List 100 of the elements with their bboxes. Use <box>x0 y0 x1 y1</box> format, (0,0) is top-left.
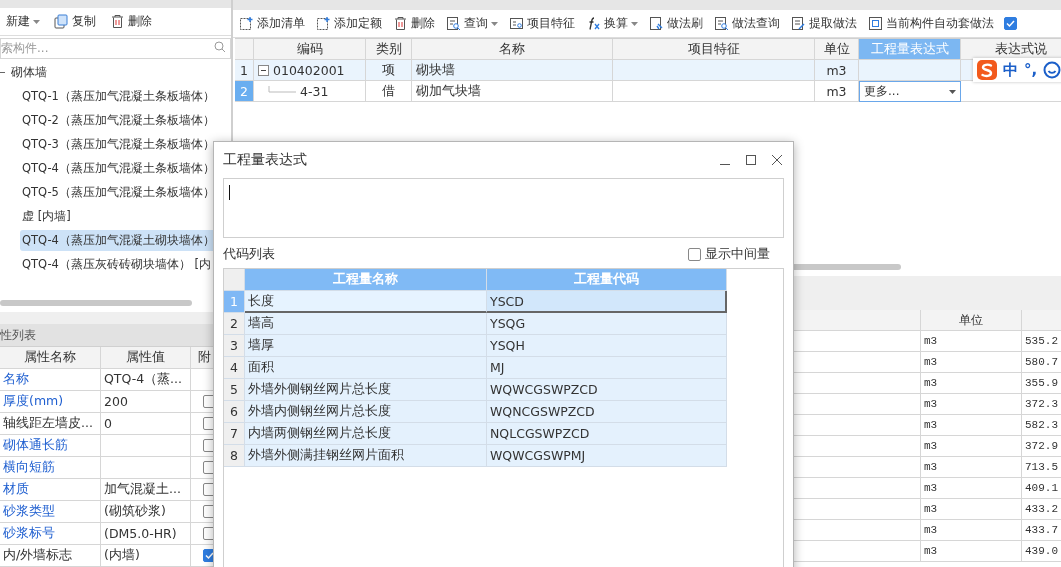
property-value[interactable]: 0 <box>101 413 191 435</box>
table-cell: m3 <box>921 352 1022 373</box>
dialog-title: 工程量表达式 <box>223 151 307 169</box>
document-icon <box>791 16 806 31</box>
scrollbar-thumb[interactable] <box>0 300 192 306</box>
checkbox[interactable] <box>688 247 701 261</box>
new-button[interactable]: 新建 <box>5 11 41 32</box>
row-number[interactable]: 8 <box>224 445 245 467</box>
collapse-icon[interactable] <box>258 64 269 76</box>
table-cell: m3 <box>815 81 859 102</box>
toolbar-button[interactable]: 添加清单 <box>238 13 306 34</box>
table-cell[interactable]: 外墙外侧钢丝网片总长度 <box>245 379 487 401</box>
smiley-icon[interactable] <box>1043 61 1061 79</box>
toolbar-button[interactable]: 当前构件自动套做法 <box>867 13 995 34</box>
table-cell: m3 <box>921 394 1022 415</box>
column-header: 属性名称 <box>0 347 101 369</box>
row-number[interactable]: 4 <box>224 357 245 379</box>
table-cell[interactable]: 外墙外侧满挂钢丝网片面积 <box>245 445 487 467</box>
table-cell[interactable]: WQWCGSWPZCD <box>487 379 727 401</box>
toolbar-button[interactable]: 换算 <box>585 13 639 34</box>
tree-item[interactable]: QTQ-3（蒸压加气混凝土条板墙体） <box>20 133 217 155</box>
search-list-icon <box>714 16 729 31</box>
property-name: 名称 <box>0 369 101 391</box>
row-number[interactable]: 2 <box>224 313 245 335</box>
search-list-icon <box>446 16 461 31</box>
property-name: 砂浆类型 <box>0 501 101 523</box>
brush-icon <box>649 16 664 31</box>
tree-item[interactable]: 砌体墙 <box>9 61 49 83</box>
table-cell[interactable]: 墙高 <box>245 313 487 335</box>
property-value[interactable]: 加气混凝土... <box>101 479 191 501</box>
input-method-bar[interactable]: 中 °, <box>973 58 1061 82</box>
property-name: 轴线距左墙皮... <box>0 413 101 435</box>
row-number[interactable]: 1 <box>235 60 254 81</box>
column-header[interactable]: 单位 <box>815 39 859 60</box>
tree-item[interactable]: QTQ-4（蒸压加气混凝土条板墙体） <box>20 157 217 179</box>
table-cell[interactable]: MJ <box>487 357 727 379</box>
trash-icon <box>393 16 408 31</box>
minimize-icon <box>720 163 730 165</box>
tree-item[interactable]: QTQ-4（蒸压灰砖砖砌块墙体） [内 <box>20 253 214 275</box>
toolbar-button[interactable]: 删除 <box>392 13 436 34</box>
table-cell: m3 <box>921 331 1022 352</box>
column-header[interactable]: 类别 <box>366 39 412 60</box>
table-cell: m3 <box>921 520 1022 541</box>
tree-item[interactable]: 虚 [内墙] <box>20 205 73 227</box>
code-text: 010402001 <box>273 62 345 78</box>
toolbar-button[interactable]: 查询 <box>445 13 499 34</box>
section-label: 代码列表 <box>223 245 275 263</box>
table-cell[interactable]: WQWCGSWPMJ <box>487 445 727 467</box>
toolbar-button[interactable]: 项目特征 <box>508 13 576 34</box>
expression-dropdown[interactable]: 更多... <box>859 81 961 102</box>
maximize-button[interactable] <box>744 153 758 167</box>
property-name: 厚度(mm) <box>0 391 101 413</box>
table-cell[interactable]: 墙厚 <box>245 335 487 357</box>
caret-icon <box>631 21 638 26</box>
property-value[interactable]: 200 <box>101 391 191 413</box>
row-number[interactable]: 5 <box>224 379 245 401</box>
add-row-icon <box>316 16 331 31</box>
table-cell[interactable]: 内墙两侧钢丝网片总长度 <box>245 423 487 445</box>
table-cell[interactable]: 长度 <box>245 291 487 313</box>
tree-item[interactable]: QTQ-5（蒸压加气混凝土条板墙体） <box>20 181 217 203</box>
column-header: 单位 <box>921 310 1022 331</box>
table-cell[interactable]: YSQG <box>487 313 727 335</box>
caret-icon <box>33 19 40 24</box>
property-name: 内/外墙标志 <box>0 545 101 567</box>
delete-button[interactable]: 删除 <box>109 11 153 32</box>
toolbar-button[interactable]: 做法刷 <box>648 13 704 34</box>
column-header[interactable]: 表达式说 <box>961 39 1061 60</box>
tree-item[interactable]: QTQ-1（蒸压加气混凝土条板墙体） <box>20 85 217 107</box>
table-cell[interactable]: WQNCGSWPZCD <box>487 401 727 423</box>
table-cell[interactable]: YSQH <box>487 335 727 357</box>
tree-item[interactable]: QTQ-2（蒸压加气混凝土条板墙体） <box>20 109 217 131</box>
toolbar-button[interactable]: 添加定额 <box>315 13 383 34</box>
checkbox-label[interactable]: 显示中间量 <box>705 245 770 263</box>
row-number[interactable]: 6 <box>224 401 245 423</box>
table-cell[interactable]: YSCD <box>487 291 727 313</box>
column-header[interactable]: 编码 <box>254 39 366 60</box>
row-number[interactable]: 3 <box>224 335 245 357</box>
column-header[interactable]: 项目特征 <box>613 39 815 60</box>
panel-title: 性列表 <box>0 326 36 344</box>
column-header: 属性值 <box>101 347 191 369</box>
row-number[interactable]: 7 <box>224 423 245 445</box>
copy-button[interactable]: 复制 <box>53 11 97 32</box>
property-value[interactable]: QTQ-4（蒸... <box>101 369 191 391</box>
table-cell[interactable]: NQLCGSWPZCD <box>487 423 727 445</box>
table-cell[interactable]: 面积 <box>245 357 487 379</box>
column-header[interactable]: 名称 <box>412 39 613 60</box>
property-value[interactable]: (砌筑砂浆) <box>101 501 191 523</box>
property-name: 横向短筋 <box>0 457 101 479</box>
expression-field[interactable] <box>223 178 784 238</box>
ime-label[interactable]: °, <box>1024 61 1038 79</box>
toolbar-button[interactable]: 提取做法 <box>790 13 858 34</box>
property-value[interactable]: (DM5.0-HR) <box>101 523 191 545</box>
checkbox[interactable] <box>1004 17 1017 30</box>
table-cell[interactable]: 外墙内侧钢丝网片总长度 <box>245 401 487 423</box>
ime-label[interactable]: 中 <box>1003 60 1018 80</box>
search-field[interactable]: 索构件... <box>0 37 231 59</box>
column-header: 工程量代码 <box>487 269 727 291</box>
property-value[interactable]: (内墙) <box>101 545 191 567</box>
toolbar-button[interactable]: 做法查询 <box>713 13 781 34</box>
close-button[interactable] <box>770 153 784 167</box>
